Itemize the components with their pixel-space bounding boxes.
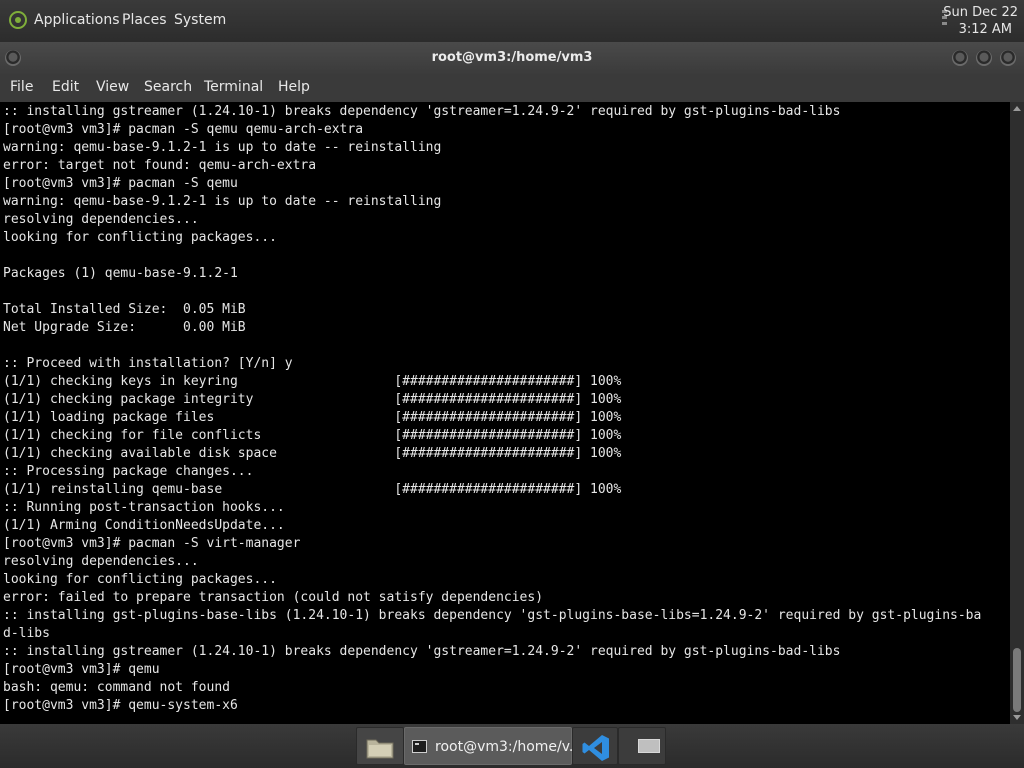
terminal-line: :: installing gstreamer (1.24.10-1) brea… xyxy=(3,104,841,119)
terminal-line: (1/1) reinstalling qemu-base [##########… xyxy=(3,482,622,497)
menu-file[interactable]: File xyxy=(10,79,33,95)
terminal-line: looking for conflicting packages... xyxy=(3,572,277,587)
terminal-line: d-libs xyxy=(3,626,50,641)
terminal-line: :: Processing package changes... xyxy=(3,464,254,479)
window-titlebar[interactable]: root@vm3:/home/vm3 xyxy=(0,42,1024,74)
scroll-up-icon[interactable] xyxy=(1013,106,1021,111)
taskbar-vscode[interactable] xyxy=(572,727,618,765)
terminal-lines: :: installing gstreamer (1.24.10-1) brea… xyxy=(3,103,981,715)
terminal-line: Packages (1) qemu-base-9.1.2-1 xyxy=(3,266,238,281)
terminal-line: :: installing gst-plugins-base-libs (1.2… xyxy=(3,608,982,623)
terminal-line: error: failed to prepare transaction (co… xyxy=(3,590,544,605)
taskbar-file-manager[interactable] xyxy=(356,727,404,765)
terminal-line: warning: qemu-base-9.1.2-1 is up to date… xyxy=(3,194,442,209)
system-menu[interactable]: System xyxy=(174,12,226,28)
menu-view[interactable]: View xyxy=(96,79,129,95)
clock-date[interactable]: Sun Dec 22 xyxy=(943,5,1018,20)
terminal-line: Net Upgrade Size: 0.00 MiB xyxy=(3,320,246,335)
terminal-line: :: installing gstreamer (1.24.10-1) brea… xyxy=(3,644,841,659)
terminal-line: resolving dependencies... xyxy=(3,554,199,569)
terminal-line: resolving dependencies... xyxy=(3,212,199,227)
terminal-line: [root@vm3 vm3]# qemu-system-x6 xyxy=(3,698,238,713)
terminal-line: error: target not found: qemu-arch-extra xyxy=(3,158,317,173)
taskbar-terminal-label: root@vm3:/home/v... xyxy=(435,739,583,755)
terminal-line: :: Running post-transaction hooks... xyxy=(3,500,285,515)
scroll-down-icon[interactable] xyxy=(1013,715,1021,720)
minimize-button[interactable] xyxy=(952,50,968,66)
terminal-line: :: Proceed with installation? [Y/n] y xyxy=(3,356,293,371)
taskbar-terminal-window[interactable]: root@vm3:/home/v... xyxy=(404,727,582,765)
file-manager-icon xyxy=(366,739,394,759)
terminal-window: root@vm3:/home/vm3 File Edit View Search… xyxy=(0,42,1024,724)
menu-search[interactable]: Search xyxy=(144,79,192,95)
scrollbar-thumb[interactable] xyxy=(1013,648,1021,712)
terminal-line: (1/1) checking for file conflicts [#####… xyxy=(3,428,622,443)
terminal-line: (1/1) checking keys in keyring [########… xyxy=(3,374,622,389)
show-desktop-icon xyxy=(638,739,660,753)
menu-terminal[interactable]: Terminal xyxy=(204,79,263,95)
places-menu[interactable]: Places xyxy=(122,12,167,28)
menu-edit[interactable]: Edit xyxy=(52,79,79,95)
terminal-line: [root@vm3 vm3]# pacman -S qemu qemu-arch… xyxy=(3,122,364,137)
clock-time[interactable]: 3:12 AM xyxy=(959,22,1012,37)
terminal-line: (1/1) loading package files [###########… xyxy=(3,410,622,425)
terminal-line: warning: qemu-base-9.1.2-1 is up to date… xyxy=(3,140,442,155)
terminal-line: bash: qemu: command not found xyxy=(3,680,230,695)
terminal-line: Total Installed Size: 0.05 MiB xyxy=(3,302,246,317)
terminal-icon xyxy=(412,740,427,753)
terminal-output[interactable]: :: installing gstreamer (1.24.10-1) brea… xyxy=(0,102,1010,724)
terminal-line: [root@vm3 vm3]# qemu xyxy=(3,662,160,677)
maximize-button[interactable] xyxy=(976,50,992,66)
terminal-line: (1/1) checking available disk space [###… xyxy=(3,446,622,461)
menubar: File Edit View Search Terminal Help xyxy=(0,74,1024,102)
applications-menu[interactable]: Applications xyxy=(34,12,120,28)
terminal-line: [root@vm3 vm3]# pacman -S qemu xyxy=(3,176,238,191)
vscode-icon xyxy=(582,735,609,761)
terminal-line: looking for conflicting packages... xyxy=(3,230,277,245)
window-title: root@vm3:/home/vm3 xyxy=(431,50,593,65)
applications-icon[interactable] xyxy=(8,10,28,30)
terminal-line: (1/1) Arming ConditionNeedsUpdate... xyxy=(3,518,285,533)
close-button[interactable] xyxy=(1000,50,1016,66)
terminal-line: (1/1) checking package integrity [######… xyxy=(3,392,622,407)
terminal-scrollbar[interactable] xyxy=(1010,102,1024,724)
bottom-panel: root@vm3:/home/v... xyxy=(0,724,1024,768)
top-panel: Applications Places System Sun Dec 22 3:… xyxy=(0,0,1024,42)
menu-help[interactable]: Help xyxy=(278,79,310,95)
terminal-line: [root@vm3 vm3]# pacman -S virt-manager xyxy=(3,536,301,551)
taskbar-show-desktop[interactable] xyxy=(618,727,666,765)
